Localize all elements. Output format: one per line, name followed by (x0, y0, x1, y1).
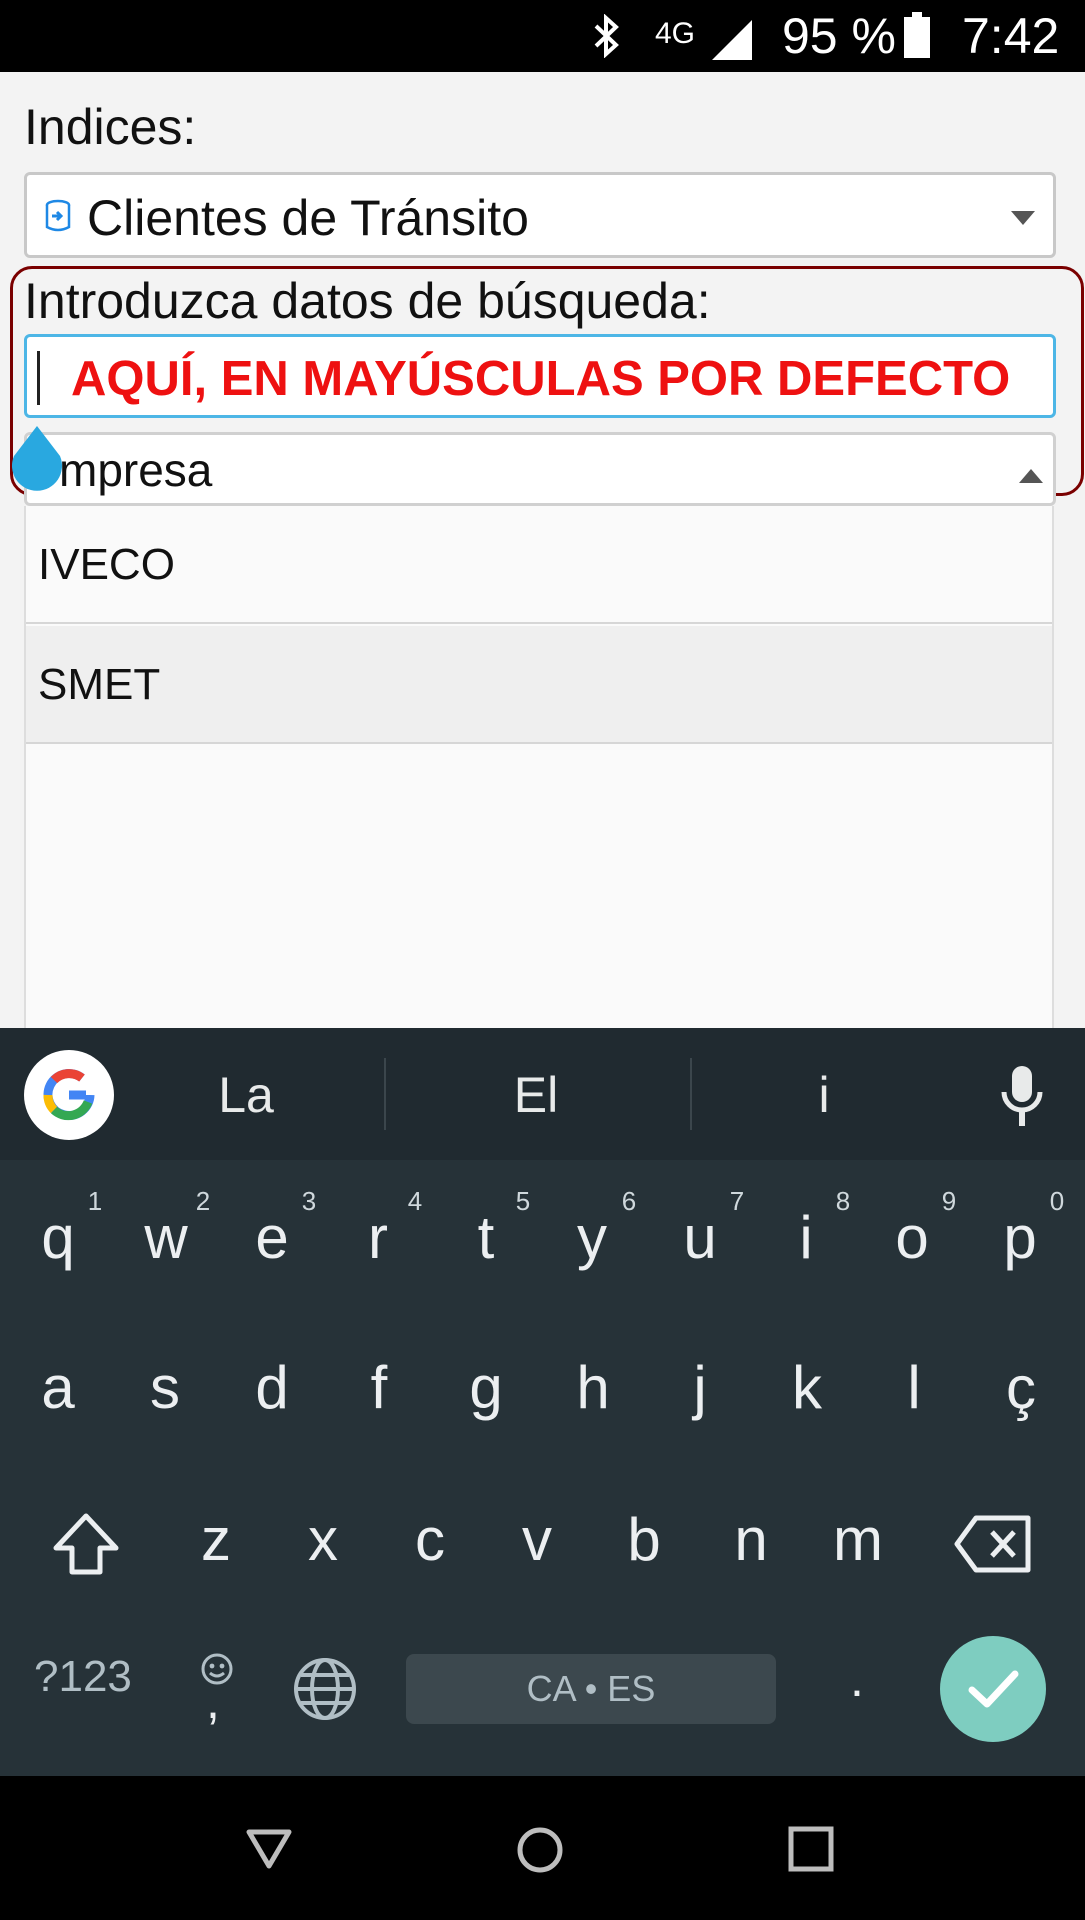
key-hint: 7 (729, 1186, 745, 1216)
clock: 7:42 (962, 8, 1060, 64)
search-label: Introduzca datos de búsqueda: (24, 273, 711, 329)
key-v[interactable]: v (487, 1500, 587, 1580)
chevron-up-icon (1019, 469, 1043, 483)
search-field-value: mpresa (59, 444, 213, 496)
signal-icon (712, 20, 752, 60)
database-icon (45, 199, 71, 232)
indices-dropdown[interactable]: Clientes de Tránsito (24, 172, 1056, 258)
comma-key[interactable]: , (206, 1672, 220, 1730)
checkmark-icon (968, 1670, 1019, 1708)
navigation-bar (0, 1776, 1085, 1920)
period-key[interactable]: . (850, 1650, 864, 1708)
key-z[interactable]: z (166, 1500, 266, 1580)
key-hint: 2 (195, 1186, 211, 1216)
suggestion-1[interactable]: La (146, 1060, 346, 1130)
key-b[interactable]: b (594, 1500, 694, 1580)
text-cursor (37, 351, 40, 405)
battery-percent: 95 % (782, 8, 896, 64)
indices-label: Indices: (24, 99, 197, 155)
chevron-down-icon (1011, 211, 1035, 225)
key-j[interactable]: j (650, 1348, 750, 1428)
globe-icon[interactable] (292, 1656, 358, 1722)
key-d[interactable]: d (222, 1348, 322, 1428)
key-l[interactable]: l (864, 1348, 964, 1428)
list-item[interactable]: IVECO (26, 506, 1052, 624)
key-k[interactable]: k (757, 1348, 857, 1428)
suggestion-2[interactable]: El (436, 1060, 636, 1130)
key-hint: 0 (1049, 1186, 1065, 1216)
network-type: 4G (655, 17, 696, 50)
search-input-annotation: AQUÍ, EN MAYÚSCULAS POR DEFECTO (71, 352, 1011, 406)
list-item[interactable]: SMET (26, 626, 1052, 744)
key-s[interactable]: s (115, 1348, 215, 1428)
search-field-dropdown[interactable]: mpresa (24, 432, 1056, 506)
key-g[interactable]: g (436, 1348, 536, 1428)
key-f[interactable]: f (329, 1348, 429, 1428)
key-a[interactable]: a (8, 1348, 108, 1428)
key-hint: 5 (515, 1186, 531, 1216)
key-hint: 8 (835, 1186, 851, 1216)
bluetooth-icon (594, 14, 619, 58)
key-m[interactable]: m (808, 1500, 908, 1580)
enter-button[interactable] (940, 1636, 1046, 1742)
home-icon[interactable] (516, 1826, 564, 1874)
key-hint: 4 (407, 1186, 423, 1216)
key-n[interactable]: n (701, 1500, 801, 1580)
key-hint: 3 (301, 1186, 317, 1216)
back-icon[interactable] (246, 1828, 292, 1870)
space-bar-label: CA • ES (526, 1668, 656, 1709)
symbols-key[interactable]: ?123 (34, 1652, 132, 1702)
key-hint: 1 (87, 1186, 103, 1216)
backspace-icon[interactable] (954, 1514, 1032, 1574)
key-ç[interactable]: ç (971, 1348, 1071, 1428)
results-list: IVECO SMET (24, 506, 1054, 1028)
status-bar: 4G 95 % 7:42 (0, 0, 1085, 72)
microphone-icon[interactable] (998, 1064, 1046, 1132)
suggestion-separator (690, 1058, 692, 1130)
google-icon[interactable] (24, 1050, 114, 1140)
key-h[interactable]: h (543, 1348, 643, 1428)
key-x[interactable]: x (273, 1500, 373, 1580)
key-hint: 9 (941, 1186, 957, 1216)
recents-icon[interactable] (788, 1826, 834, 1872)
battery-icon (904, 12, 930, 58)
space-bar[interactable]: CA • ES (406, 1654, 776, 1724)
indices-selected-value: Clientes de Tránsito (87, 190, 529, 246)
search-input[interactable]: AQUÍ, EN MAYÚSCULAS POR DEFECTO (24, 334, 1056, 418)
shift-icon[interactable] (52, 1512, 120, 1576)
suggestion-3[interactable]: i (724, 1060, 924, 1130)
key-c[interactable]: c (380, 1500, 480, 1580)
text-selection-handle[interactable] (8, 424, 66, 496)
key-hint: 6 (621, 1186, 637, 1216)
suggestion-separator (384, 1058, 386, 1130)
